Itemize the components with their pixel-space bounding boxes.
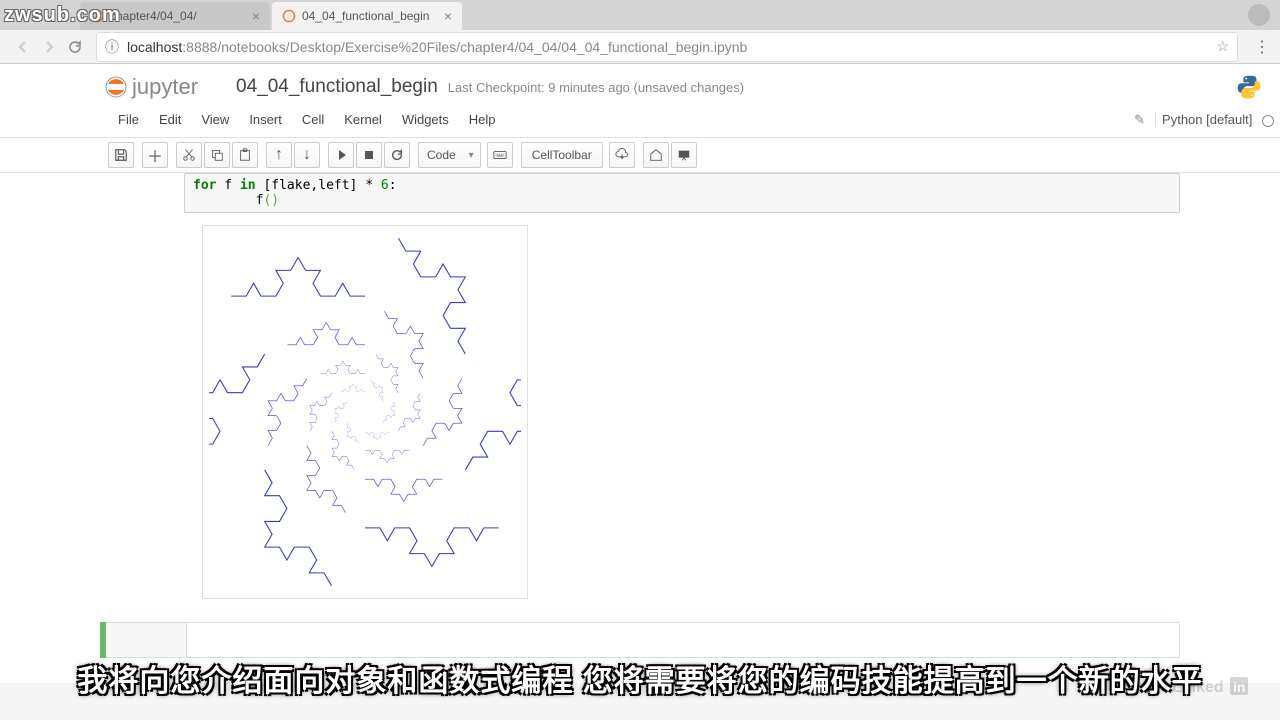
jupyter-favicon-icon: [282, 9, 296, 23]
browser-tab-1[interactable]: 04_04_functional_begin ×: [272, 2, 462, 30]
output-image: [202, 225, 528, 599]
arrow-right-icon: [41, 39, 57, 55]
move-up-button[interactable]: ↑: [266, 142, 292, 168]
step-forward-icon: [335, 149, 347, 161]
arrow-up-icon: ↑: [275, 146, 283, 164]
celltoolbar-button[interactable]: CellToolbar: [521, 142, 603, 168]
restart-button[interactable]: [384, 142, 410, 168]
copy-button[interactable]: [204, 142, 230, 168]
arrow-left-icon: [15, 39, 31, 55]
jupyter-brand-text: jupyter: [131, 74, 198, 99]
empty-code-cell[interactable]: [100, 622, 1180, 658]
jupyter-logo[interactable]: jupyter: [104, 72, 224, 102]
reload-button[interactable]: [64, 36, 86, 58]
download-button[interactable]: [609, 142, 635, 168]
forward-button[interactable]: [38, 36, 60, 58]
koch-snowflake-output: [209, 232, 521, 592]
restart-icon: [390, 148, 404, 162]
cell-prompt: [106, 622, 186, 658]
bookmark-star-icon[interactable]: ☆: [1216, 38, 1229, 55]
menu-cell[interactable]: Cell: [292, 108, 334, 131]
checkpoint-info: Last Checkpoint: 9 minutes ago (unsaved …: [448, 80, 744, 95]
menu-file[interactable]: File: [108, 108, 149, 131]
close-tab-icon[interactable]: ×: [252, 8, 260, 24]
address-bar: ⓘ localhost:8888/notebooks/Desktop/Exerc…: [0, 30, 1280, 64]
notebook-header: jupyter 04_04_functional_begin Last Chec…: [0, 64, 1280, 102]
paste-button[interactable]: [232, 142, 258, 168]
browser-menu-button[interactable]: ⋮: [1254, 37, 1270, 57]
home-button[interactable]: [643, 142, 669, 168]
presentation-button[interactable]: [671, 142, 697, 168]
stop-icon: [364, 150, 374, 160]
menu-insert[interactable]: Insert: [239, 108, 292, 131]
menu-view[interactable]: View: [191, 108, 239, 131]
presentation-icon: [677, 148, 691, 162]
arrow-down-icon: ↓: [303, 146, 311, 164]
close-tab-icon[interactable]: ×: [444, 8, 452, 24]
kernel-indicator: Python [default]: [1155, 112, 1280, 127]
code-line-2: f(): [193, 193, 1171, 208]
info-icon: ⓘ: [105, 37, 119, 57]
tab-title: 04_04_functional_begin: [302, 9, 436, 23]
back-button[interactable]: [12, 36, 34, 58]
reload-icon: [67, 39, 83, 55]
run-button[interactable]: [328, 142, 354, 168]
pencil-icon[interactable]: ✎: [1124, 112, 1155, 128]
cloud-download-icon: [615, 148, 629, 162]
menu-kernel[interactable]: Kernel: [334, 108, 392, 131]
cell-type-select[interactable]: Code: [418, 142, 481, 168]
code-cell[interactable]: for f in [flake,left] * 6: f(): [184, 173, 1180, 213]
menu-widgets[interactable]: Widgets: [392, 108, 459, 131]
plus-icon: ＋: [147, 143, 163, 167]
menu-edit[interactable]: Edit: [149, 108, 191, 131]
browser-chrome: chapter4/04_04/ × 04_04_functional_begin…: [0, 0, 1280, 64]
copy-icon: [210, 148, 224, 162]
tab-title: chapter4/04_04/: [110, 9, 244, 23]
profile-avatar-icon[interactable]: [1248, 4, 1270, 26]
insert-below-button[interactable]: ＋: [142, 142, 168, 168]
url-path: /notebooks/Desktop/Exercise%20Files/chap…: [217, 39, 747, 55]
save-button[interactable]: [108, 142, 134, 168]
url-host: localhost: [127, 39, 182, 55]
interrupt-button[interactable]: [356, 142, 382, 168]
cell-input-area[interactable]: [186, 622, 1180, 658]
cut-button[interactable]: [176, 142, 202, 168]
video-subtitle: 我将向您介绍面向对象和函数式编程 您将需要将您的编码技能提高到一个新的水平: [0, 656, 1280, 700]
url-port: :8888: [182, 39, 217, 55]
save-icon: [114, 148, 128, 162]
watermark-text: zwsub.com: [4, 4, 121, 27]
notebook-body[interactable]: for f in [flake,left] * 6: f(): [0, 173, 1280, 683]
menu-help[interactable]: Help: [459, 108, 506, 131]
notebook-name[interactable]: 04_04_functional_begin: [236, 76, 438, 98]
command-palette-button[interactable]: [487, 142, 513, 168]
code-line-1: for f in [flake,left] * 6:: [193, 178, 1171, 193]
tab-bar: chapter4/04_04/ × 04_04_functional_begin…: [0, 0, 1280, 30]
move-down-button[interactable]: ↓: [294, 142, 320, 168]
jupyter-app: jupyter 04_04_functional_begin Last Chec…: [0, 64, 1280, 683]
toolbar: ＋ ↑ ↓ Code CellToolbar: [0, 138, 1280, 173]
paste-icon: [238, 148, 252, 162]
kernel-status-icon: [1262, 115, 1274, 127]
python-logo-icon: [1234, 72, 1264, 102]
unsaved-status: (unsaved changes): [634, 80, 745, 95]
menu-bar: File Edit View Insert Cell Kernel Widget…: [0, 102, 1280, 138]
keyboard-icon: [493, 148, 507, 162]
home-icon: [649, 148, 663, 162]
url-input[interactable]: ⓘ localhost:8888/notebooks/Desktop/Exerc…: [96, 32, 1238, 62]
cut-icon: [182, 148, 196, 162]
